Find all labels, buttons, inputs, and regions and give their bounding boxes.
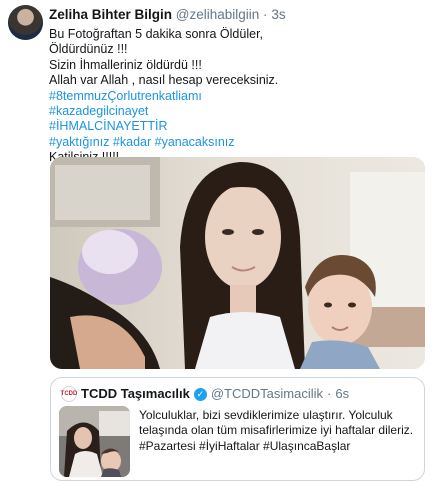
tweet-content: Zeliha Bihter Bilgin @zelihabilgiin · 3s… — [49, 6, 425, 166]
quoted-author-name[interactable]: TCDD Taşımacılık — [81, 386, 190, 402]
text-line: Sizin İhmalleriniz öldürdü !!! — [49, 57, 202, 72]
verified-badge-icon: ✓ — [193, 387, 207, 401]
author-handle[interactable]: @zelihabilgiin — [176, 7, 260, 22]
quoted-thumbnail[interactable] — [59, 406, 130, 477]
author-name[interactable]: Zeliha Bihter Bilgin — [49, 7, 172, 22]
quoted-timestamp[interactable]: 6s — [335, 386, 349, 402]
quoted-thumbnail-image — [59, 406, 130, 477]
tweet-text: Bu Fotoğraftan 5 dakika sonra Öldüler, Öl… — [49, 27, 425, 166]
quoted-hashtags[interactable]: #Pazartesi #İyiHaftalar #UlaşıncaBaşlar — [139, 439, 350, 453]
tcdd-logo-icon: TCDD — [61, 386, 77, 402]
text-line: Allah var Allah , nasıl hesap vereceksin… — [49, 73, 279, 88]
tweet-header: Zeliha Bihter Bilgin @zelihabilgiin · 3s — [49, 6, 425, 24]
timestamp[interactable]: 3s — [271, 7, 285, 22]
quoted-text: Yolculuklar, bizi sevdiklerimize ulaştır… — [139, 408, 416, 454]
hashtag-line[interactable]: #yaktığınız #kadar #yanacaksınız — [49, 135, 425, 150]
quoted-author-handle[interactable]: @TCDDTasimacilik — [211, 386, 323, 402]
avatar[interactable] — [8, 5, 43, 40]
hashtag-line[interactable]: #kazadegilcinayet — [49, 104, 425, 119]
separator: · — [263, 7, 268, 22]
avatar-image — [8, 5, 43, 40]
text-line: Bu Fotoğraftan 5 dakika sonra Öldüler, — [49, 27, 264, 41]
hashtag-line[interactable]: #8temmuzÇorlutrenkatliamı — [49, 89, 425, 104]
hashtag-line[interactable]: #İHMALCİNAYETTİR — [49, 119, 425, 134]
photo-image — [50, 157, 425, 369]
tweet[interactable]: Zeliha Bihter Bilgin @zelihabilgiin · 3s… — [0, 0, 433, 484]
quoted-header: TCDD TCDD Taşımacılık ✓ @TCDDTasimacilik… — [61, 386, 349, 402]
quoted-separator: · — [327, 386, 332, 401]
text-line: Öldürdünüz !!! — [49, 42, 128, 57]
tweet-photo[interactable] — [50, 157, 425, 369]
quoted-tweet[interactable]: TCDD TCDD Taşımacılık ✓ @TCDDTasimacilik… — [50, 377, 425, 481]
quoted-text-plain: Yolculuklar, bizi sevdiklerimize ulaştır… — [139, 408, 414, 438]
